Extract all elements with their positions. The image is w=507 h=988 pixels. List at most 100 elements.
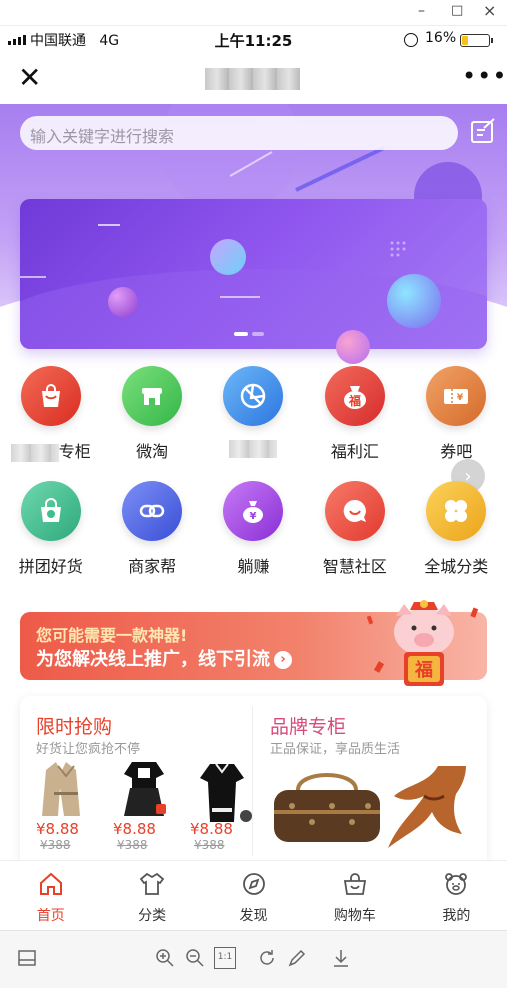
home-icon (39, 872, 62, 895)
carousel-indicator (234, 332, 264, 336)
flash-sale-title: 限时抢购 (36, 716, 113, 738)
grid-label: 专柜 (10, 438, 91, 462)
grid-item-tangzhuan[interactable]: ¥ 躺赚 (203, 481, 304, 576)
grid-label: 福利汇 (330, 442, 379, 461)
edit-icon[interactable] (470, 118, 496, 144)
tab-mine[interactable]: 我的 (406, 861, 507, 930)
zoom-out-icon[interactable] (184, 947, 206, 969)
icon-grid-row-2: 拼团好货 商家帮 ¥ 躺赚 智慧社区 全城分类 (0, 481, 507, 576)
panel-toggle-icon[interactable] (16, 947, 38, 969)
battery-icon (460, 34, 493, 47)
sale-price: ¥8.88 (190, 820, 233, 838)
tab-label: 我的 (442, 908, 471, 924)
close-icon[interactable]: ✕ (18, 64, 41, 92)
zoom-in-icon[interactable] (154, 947, 176, 969)
lucky-bag-icon: 福 (324, 366, 385, 426)
status-bar: 中国联通 4G 上午11:25 16% (0, 26, 507, 54)
svg-text:福: 福 (348, 393, 361, 408)
grid-label: 券吧 (440, 442, 473, 461)
grid-item-quanba[interactable]: ¥ 券吧 (406, 366, 507, 461)
tab-cart[interactable]: 购物车 (304, 861, 405, 930)
window-title-bar: – □ × (0, 0, 507, 26)
sale-price: ¥8.88 (113, 820, 156, 838)
grid-item-weitao[interactable]: 微淘 (101, 366, 202, 461)
store-icon (122, 366, 183, 426)
aperture-icon (223, 366, 284, 426)
search-placeholder: 输入关键字进行搜索 (30, 127, 175, 146)
link-icon (122, 481, 183, 541)
pencil-icon[interactable] (286, 947, 308, 969)
icon-grid-row-1: 专柜 微淘 福 福利汇 ¥ 券吧 (0, 366, 507, 462)
rotation-lock-icon (404, 33, 418, 47)
tab-discover[interactable]: 发现 (203, 861, 304, 930)
svg-text:¥: ¥ (457, 393, 464, 403)
blurred-text (229, 439, 278, 458)
grid-label (229, 438, 278, 460)
feature-cards: 限时抢购 好货让您疯抢不停 ¥8.88 ¥388 ¥8.88 ¥388 ¥8.8… (20, 696, 487, 866)
brand-counter-title: 品牌专柜 (270, 716, 347, 738)
close-window-button[interactable]: × (483, 1, 496, 20)
grid-item-group-buy[interactable]: 拼团好货 (0, 481, 101, 576)
clover-icon (426, 481, 487, 541)
shirt-icon (139, 872, 165, 895)
tab-home[interactable]: 首页 (0, 861, 101, 930)
more-icon[interactable]: ••• (462, 62, 507, 90)
tab-category[interactable]: 分类 (101, 861, 202, 930)
search-input[interactable]: 输入关键字进行搜索 (20, 116, 458, 150)
chat-smile-icon (324, 481, 385, 541)
minimize-button[interactable]: – (418, 3, 425, 19)
grid-item-counter[interactable]: 专柜 (0, 366, 101, 462)
grid-item-fulihui[interactable]: 福 福利汇 (304, 366, 405, 461)
grid-item-merchant[interactable]: 商家帮 (101, 481, 202, 576)
brand-counter-subtitle: 正品保证，享品质生活 (270, 742, 401, 757)
svg-text:¥: ¥ (250, 511, 257, 522)
banner-decoration (20, 224, 406, 298)
tab-label: 分类 (138, 908, 167, 924)
group-bag-icon (20, 481, 81, 541)
shopping-bag-icon (20, 366, 81, 426)
grid-label: 全城分类 (424, 557, 489, 576)
black-outfit-image[interactable] (112, 758, 176, 828)
coupon-icon: ¥ (426, 366, 487, 426)
page-title (205, 68, 300, 90)
grid-label: 商家帮 (128, 557, 177, 576)
black-dress-image[interactable] (190, 758, 254, 828)
grid-label: 微淘 (136, 442, 169, 461)
handbag-image[interactable] (268, 766, 386, 854)
viewer-toolbar: 1:1 (0, 930, 507, 988)
banner-ball (336, 330, 370, 364)
battery-percent: 16% (425, 30, 457, 46)
trench-coat-image[interactable] (34, 758, 98, 828)
grid-item-hidden[interactable] (203, 366, 304, 460)
bear-icon (445, 873, 468, 895)
download-icon[interactable] (330, 947, 352, 969)
banner-carousel[interactable] (20, 199, 487, 349)
tab-label: 首页 (36, 908, 65, 924)
sale-price: ¥8.88 (36, 820, 79, 838)
nav-bar: ✕ ••• (0, 54, 507, 104)
grid-label: 智慧社区 (322, 557, 387, 576)
original-price: ¥388 (40, 838, 71, 852)
compass-icon (242, 873, 265, 895)
maximize-button[interactable]: □ (451, 3, 463, 18)
rotate-icon[interactable] (256, 947, 278, 969)
promo-subline: 为您解决线上推广，线下引流 › (36, 645, 292, 671)
original-price: ¥388 (194, 838, 225, 852)
scarf-image[interactable] (384, 762, 468, 852)
money-bag-icon: ¥ (223, 481, 284, 541)
actual-size-button[interactable]: 1:1 (214, 947, 236, 969)
flash-sale-subtitle: 好货让您疯抢不停 (36, 742, 141, 757)
grid-label: 躺赚 (237, 557, 270, 576)
chevron-right-icon: › (274, 651, 292, 669)
grid-item-city-category[interactable]: 全城分类 (406, 481, 507, 576)
tab-label: 购物车 (333, 908, 376, 924)
blurred-text (10, 443, 59, 462)
bottom-tab-bar: 首页 分类 发现 购物车 我的 (0, 860, 507, 930)
svg-text:福: 福 (414, 659, 433, 681)
grid-item-community[interactable]: 智慧社区 (304, 481, 405, 576)
pig-mascot-icon: 福 (366, 600, 479, 686)
tab-label: 发现 (239, 908, 268, 924)
promo-headline: 您可能需要一款神器! (36, 626, 188, 645)
cart-icon (343, 873, 366, 895)
grid-label: 拼团好货 (18, 557, 83, 576)
